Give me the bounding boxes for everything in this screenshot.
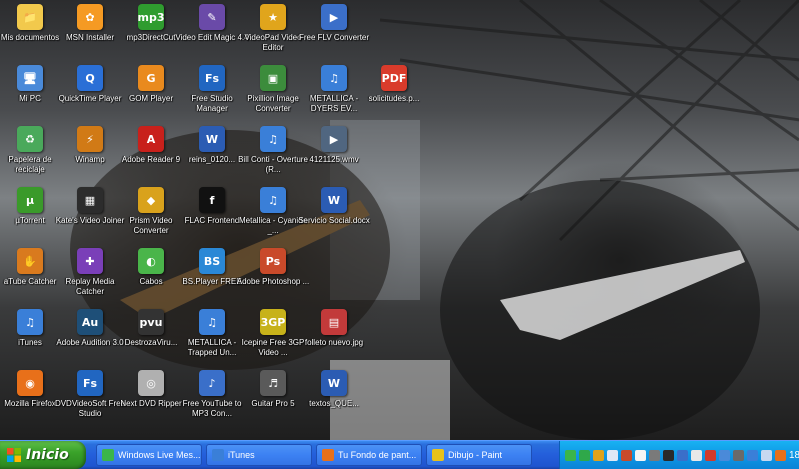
dvd-tray-icon[interactable] (677, 449, 688, 461)
word-file-icon: W (199, 126, 225, 152)
atube-catcher-icon: ✋ (17, 248, 43, 274)
adobe-reader-icon: A (138, 126, 164, 152)
tray-icon-3[interactable] (593, 449, 604, 461)
taskbar-button[interactable]: iTunes (206, 444, 312, 466)
taskbar-button[interactable]: Tu Fondo de pant... (316, 444, 422, 466)
msn-butterfly-icon: ✿ (77, 4, 103, 30)
taskbar-button[interactable]: Dibujo - Paint (426, 444, 532, 466)
desktop-icon[interactable]: ▤ folleto nuevo.jpg (298, 307, 370, 369)
itunes-file-icon: ♫ (199, 309, 225, 335)
gom-player-icon: G (138, 65, 164, 91)
itunes-file-icon: ♫ (321, 65, 347, 91)
desktop-icon-label: folleto nuevo.jpg (304, 338, 364, 347)
bsplayer-icon: BS (199, 248, 225, 274)
destrozavirus-icon: pvu (138, 309, 164, 335)
dvd-ripper-icon: ◎ (138, 370, 164, 396)
system-tray: 18:19 (559, 441, 799, 469)
network-icon[interactable] (761, 449, 772, 461)
messenger-icon (102, 449, 114, 461)
desktop-icon[interactable]: ▶ 4121125.wmv (298, 124, 370, 186)
desktop-icon[interactable]: Wtextos_QUE... (298, 368, 370, 430)
desktop-icon-label: solicitudes.p... (368, 94, 420, 103)
folder-icon: 📁 (17, 4, 43, 30)
recycle-bin-icon: ♻ (17, 126, 43, 152)
desktop-icon[interactable]: Ps Adobe Photoshop ... (237, 246, 309, 308)
desktop-icon-label: Servicio Social.docx (298, 216, 370, 225)
desktop-icon-label: Adobe Photoshop ... (236, 277, 310, 286)
start-button[interactable]: Inicio (0, 441, 86, 469)
word-file-icon: W (321, 187, 347, 213)
itunes-icon: ♫ (17, 309, 43, 335)
clock[interactable]: 18:19 (789, 450, 799, 461)
winamp-icon: ⚡ (77, 126, 103, 152)
tray-icon-11[interactable] (705, 449, 716, 461)
pixillion-icon: ▣ (260, 65, 286, 91)
tray-icon-7[interactable] (649, 449, 660, 461)
desktop-icon-label: Free FLV Converter (298, 33, 370, 42)
tray-icon-16[interactable] (775, 449, 786, 461)
tray-icon-12[interactable] (719, 449, 730, 461)
taskbar-buttons: Windows Live Mes... iTunes Tu Fondo de pan… (96, 444, 536, 466)
desktop-icon[interactable]: ▶ Free FLV Converter (298, 2, 370, 64)
word-file-icon: W (321, 370, 347, 396)
paint-icon (432, 449, 444, 461)
flac-icon: f (199, 187, 225, 213)
taskbar-button-label: iTunes (228, 450, 255, 460)
dvdvideosoft-icon: Fs (77, 370, 103, 396)
desktop-icon[interactable]: PDF solicitudes.p... (358, 63, 430, 125)
taskbar-button[interactable]: Windows Live Mes... (96, 444, 202, 466)
desktop-icon-label: textos_QUE... (309, 399, 359, 408)
tray-icon-6[interactable] (635, 449, 646, 461)
itunes-icon (212, 449, 224, 461)
tray-icon-10[interactable] (691, 449, 702, 461)
mp3directcut-icon: mp3 (138, 4, 165, 30)
audition-icon: Au (77, 309, 103, 335)
volume-icon[interactable] (607, 449, 618, 461)
photoshop-file-icon: Ps (260, 248, 286, 274)
start-label: Inicio (26, 447, 69, 463)
video-edit-icon: ✎ (199, 4, 225, 30)
videopad-icon: ★ (260, 4, 286, 30)
tray-icon-8[interactable] (663, 449, 674, 461)
itunes-file-icon: ♫ (260, 126, 286, 152)
cabos-icon: ◐ (138, 248, 164, 274)
free-studio-icon: Fs (199, 65, 225, 91)
desktop-icon-label: 4121125.wmv (309, 155, 359, 164)
tray-icon-13[interactable] (733, 449, 744, 461)
quicktime-icon: Q (77, 65, 103, 91)
utorrent-icon: µ (17, 187, 43, 213)
tray-icon-1[interactable] (565, 449, 576, 461)
pdf-file-icon: PDF (381, 65, 407, 91)
icepine-icon: 3GP (260, 309, 286, 335)
video-joiner-icon: ▦ (77, 187, 103, 213)
itunes-file-icon: ♫ (260, 187, 286, 213)
tray-icon-2[interactable] (579, 449, 590, 461)
firefox-icon (322, 449, 334, 461)
computer-icon: 🖥 (17, 65, 43, 91)
taskbar: Inicio Windows Live Mes... iTunes Tu Fondo… (0, 440, 799, 469)
windows-flag-icon (7, 448, 21, 462)
tray-icon-14[interactable] (747, 449, 758, 461)
replay-media-icon: ✚ (77, 248, 103, 274)
desktop-icon[interactable]: W Servicio Social.docx (298, 185, 370, 247)
firefox-icon: ◉ (17, 370, 43, 396)
wmv-file-icon: ▶ (321, 126, 347, 152)
tray-icon-5[interactable] (621, 449, 632, 461)
jpg-file-icon: ▤ (321, 309, 347, 335)
taskbar-button-label: Windows Live Mes... (118, 450, 201, 460)
youtube-mp3-icon: ♪ (199, 370, 225, 396)
flv-converter-icon: ▶ (321, 4, 347, 30)
guitar-pro-icon: ♬ (260, 370, 286, 396)
taskbar-button-label: Dibujo - Paint (448, 450, 503, 460)
prism-icon: ◆ (138, 187, 164, 213)
taskbar-button-label: Tu Fondo de pant... (338, 450, 417, 460)
